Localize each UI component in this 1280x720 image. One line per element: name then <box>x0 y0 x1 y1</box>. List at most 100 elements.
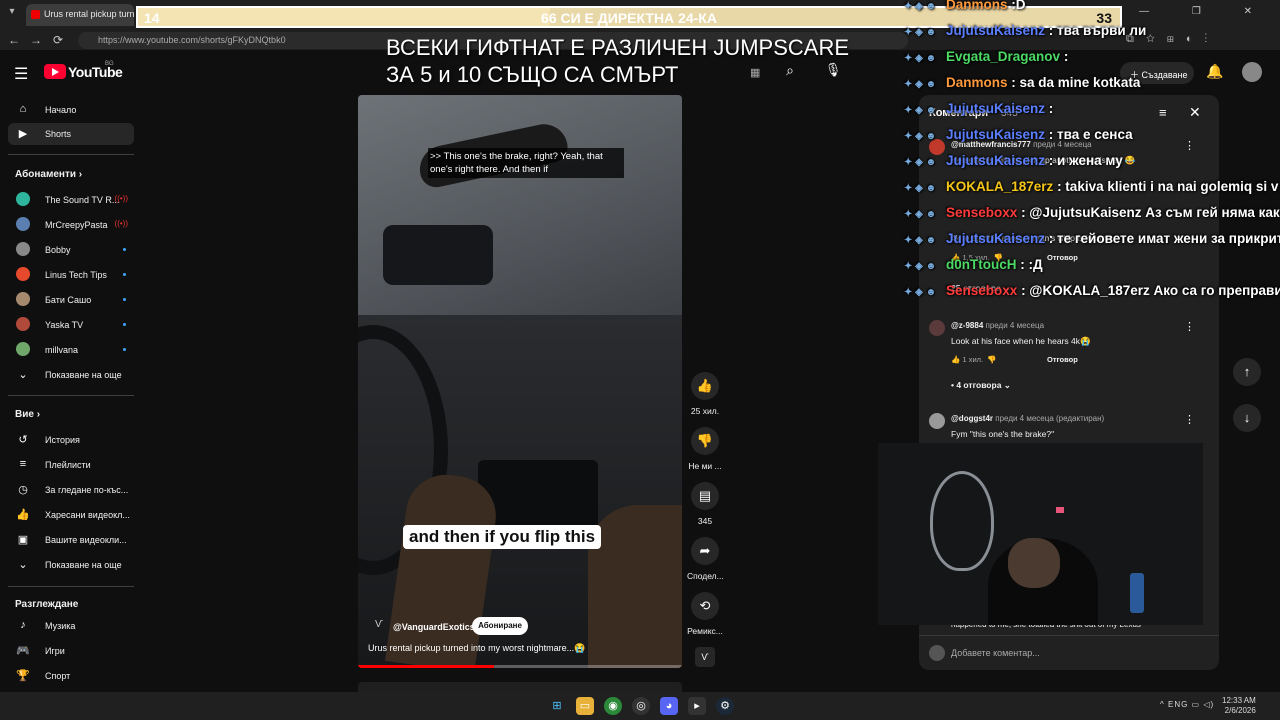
stream-headline-line: ЗА 5 и 10 СЪЩО СА СМЪРТ <box>386 62 679 87</box>
channel-logo-icon[interactable]: Ѵ <box>368 619 390 635</box>
chrome-icon[interactable]: ◉ <box>604 697 622 715</box>
remix-button[interactable]: ⟲ Ремикс... <box>687 592 723 636</box>
chat-message: ✦ ◈ ☻ JujutsuKaisenz : <box>904 101 1053 119</box>
chat-username[interactable]: Evgata_Draganov <box>946 49 1060 64</box>
chat-text: : и жена му <box>1048 153 1123 168</box>
new-content-dot <box>123 348 126 351</box>
comment-author[interactable]: @z-9884 преди 4 месеца <box>951 321 1044 330</box>
sidebar-subscription-item[interactable]: Bobby <box>8 239 134 261</box>
sidebar-item-label: Харесани видеокл... <box>45 510 130 520</box>
view-replies-button[interactable]: • 4 отговора ⌄ <box>951 380 1011 391</box>
comment-count: 345 <box>697 516 713 526</box>
discord-icon[interactable]: ◕ <box>660 697 678 715</box>
system-tray[interactable]: ^ ENG ▭ ◁) <box>1160 700 1214 709</box>
comment-author[interactable]: @doggst4r преди 4 месеца (редактиран) <box>951 414 1104 423</box>
chat-username[interactable]: KOKALA_187erz <box>946 179 1053 194</box>
sidebar-subscription-item[interactable]: The Sound TV R... ((•)) <box>8 189 134 211</box>
youtube-wordmark[interactable]: YouTube <box>68 64 123 80</box>
sidebar-show-more-you[interactable]: ⌄ Показване на още <box>8 554 134 576</box>
dislike-button[interactable]: 👎 Не ми ... <box>687 427 723 471</box>
video-frame-parked-car <box>383 225 493 285</box>
sidebar-item-label: История <box>45 435 80 445</box>
channel-avatar <box>16 267 30 281</box>
reply-button[interactable]: Отговор <box>1047 355 1078 364</box>
chat-username[interactable]: d0nTtoucH <box>946 257 1017 272</box>
region-code: BG <box>105 61 114 67</box>
sidebar-item-sports[interactable]: 🏆 Спорт <box>8 665 134 687</box>
you-header[interactable]: Вие › <box>15 409 40 420</box>
add-comment-input[interactable]: Добавете коментар... <box>951 648 1040 658</box>
terminal-icon[interactable]: ▸ <box>688 697 706 715</box>
sidebar-item-label: Музика <box>45 621 76 631</box>
sidebar-item-shorts[interactable]: ▶ Shorts <box>8 123 134 145</box>
reload-button[interactable]: ⟳ <box>50 33 66 47</box>
remix-icon: ⟲ <box>691 592 719 620</box>
sidebar-subscription-item[interactable]: Бати Сашо <box>8 289 134 311</box>
commenter-avatar[interactable] <box>929 320 945 336</box>
chevron-down-icon: ⌄ <box>18 369 28 381</box>
chat-username[interactable]: JujutsuKaisenz <box>946 101 1045 116</box>
sidebar-show-more-subscriptions[interactable]: ⌄ Показване на още <box>8 364 134 386</box>
video-progress-bar[interactable] <box>358 665 682 668</box>
commenter-avatar[interactable] <box>929 413 945 429</box>
comments-button[interactable]: ▤ 345 <box>687 482 723 526</box>
sidebar-item-your-videos[interactable]: ▣ Вашите видеокли... <box>8 529 134 551</box>
shorts-video-player[interactable]: >> This one's the brake, right? Yeah, th… <box>358 95 682 668</box>
obs-icon[interactable]: ◎ <box>632 697 650 715</box>
chat-username[interactable]: JujutsuKaisenz <box>946 127 1045 142</box>
chat-badges-icon: ✦ ◈ ☻ <box>904 235 937 246</box>
channel-avatar <box>16 217 30 231</box>
history-icon: ↺ <box>18 434 28 446</box>
sidebar-item-watch-later[interactable]: ◷ За гледане по-къс... <box>8 479 134 501</box>
tab-menu-icon[interactable]: ▾ <box>4 6 20 22</box>
previous-short-button[interactable]: ↑ <box>1233 358 1261 386</box>
sidebar-subscription-item[interactable]: millvana <box>8 339 134 361</box>
chat-badges-icon: ✦ ◈ ☻ <box>904 183 937 194</box>
channel-avatar-small[interactable]: Ѵ <box>687 647 723 667</box>
sidebar-item-label: Показване на още <box>45 560 122 570</box>
sidebar-subscription-item[interactable]: MrCreepyPasta ((•)) <box>8 214 134 236</box>
chat-message: ✦ ◈ ☻ Evgata_Draganov : <box>904 49 1068 67</box>
chat-text: : @KOKALA_187erz Ако са го преправили 6 <box>1021 283 1280 298</box>
windows-start-icon[interactable]: ⊞ <box>548 697 566 715</box>
sidebar-item-home[interactable]: ⌂ Начало <box>8 99 134 121</box>
sidebar-item-history[interactable]: ↺ История <box>8 429 134 451</box>
sidebar-subscription-item[interactable]: Yaska TV <box>8 314 134 336</box>
share-button[interactable]: ➦ Сподел... <box>687 537 724 581</box>
more-options-icon[interactable]: ⋮ <box>1184 320 1195 333</box>
sidebar-subscription-item[interactable]: Linus Tech Tips <box>8 264 134 286</box>
chat-username[interactable]: JujutsuKaisenz <box>946 231 1045 246</box>
subscribe-button[interactable]: Абониране <box>472 617 528 635</box>
next-short-preview[interactable] <box>358 682 682 692</box>
back-button[interactable]: ← <box>6 33 22 47</box>
menu-icon[interactable]: ☰ <box>14 64 28 84</box>
sidebar-item-gaming[interactable]: 🎮 Игри <box>8 640 134 662</box>
comment-text: Look at his face when he hears 4k😭 <box>951 336 1091 346</box>
chat-username[interactable]: Senseboxx <box>946 283 1017 298</box>
sidebar-item-playlists[interactable]: ≡ Плейлисти <box>8 454 134 476</box>
channel-name[interactable]: @VanguardExotics <box>393 622 475 632</box>
browser-tab[interactable]: Urus rental pickup turned <box>26 4 134 26</box>
file-explorer-icon[interactable]: ▭ <box>576 697 594 715</box>
more-options-icon[interactable]: ⋮ <box>1184 413 1195 426</box>
sidebar-item-music[interactable]: ♪ Музика <box>8 615 134 637</box>
subscriptions-header[interactable]: Абонаменти › <box>15 169 82 180</box>
video-title[interactable]: Urus rental pickup turned into my worst … <box>368 643 668 654</box>
clock-icon: ◷ <box>18 484 28 496</box>
forward-button[interactable]: → <box>28 33 44 47</box>
sidebar-item-liked-videos[interactable]: 👍 Харесани видеокл... <box>8 504 134 526</box>
taskbar-clock[interactable]: 12:33 AM 2/6/2026 <box>1222 696 1256 716</box>
chat-text: : sa da mine kotkata <box>1011 75 1141 90</box>
chat-username[interactable]: JujutsuKaisenz <box>946 153 1045 168</box>
comment-likes[interactable]: 👍 1 хил. 👎 <box>951 355 997 364</box>
chat-username[interactable]: Senseboxx <box>946 205 1017 220</box>
youtube-logo-icon[interactable] <box>44 64 66 79</box>
chat-username[interactable]: JujutsuKaisenz <box>946 23 1045 38</box>
next-short-button[interactable]: ↓ <box>1233 404 1261 432</box>
chat-username[interactable]: Danmons <box>946 75 1008 90</box>
like-button[interactable]: 👍 25 хил. <box>687 372 723 416</box>
sidebar-item-label: Показване на още <box>45 370 122 380</box>
new-content-dot <box>123 248 126 251</box>
chat-username[interactable]: Danmons <box>946 0 1008 12</box>
steam-icon[interactable]: ⚙ <box>716 697 734 715</box>
